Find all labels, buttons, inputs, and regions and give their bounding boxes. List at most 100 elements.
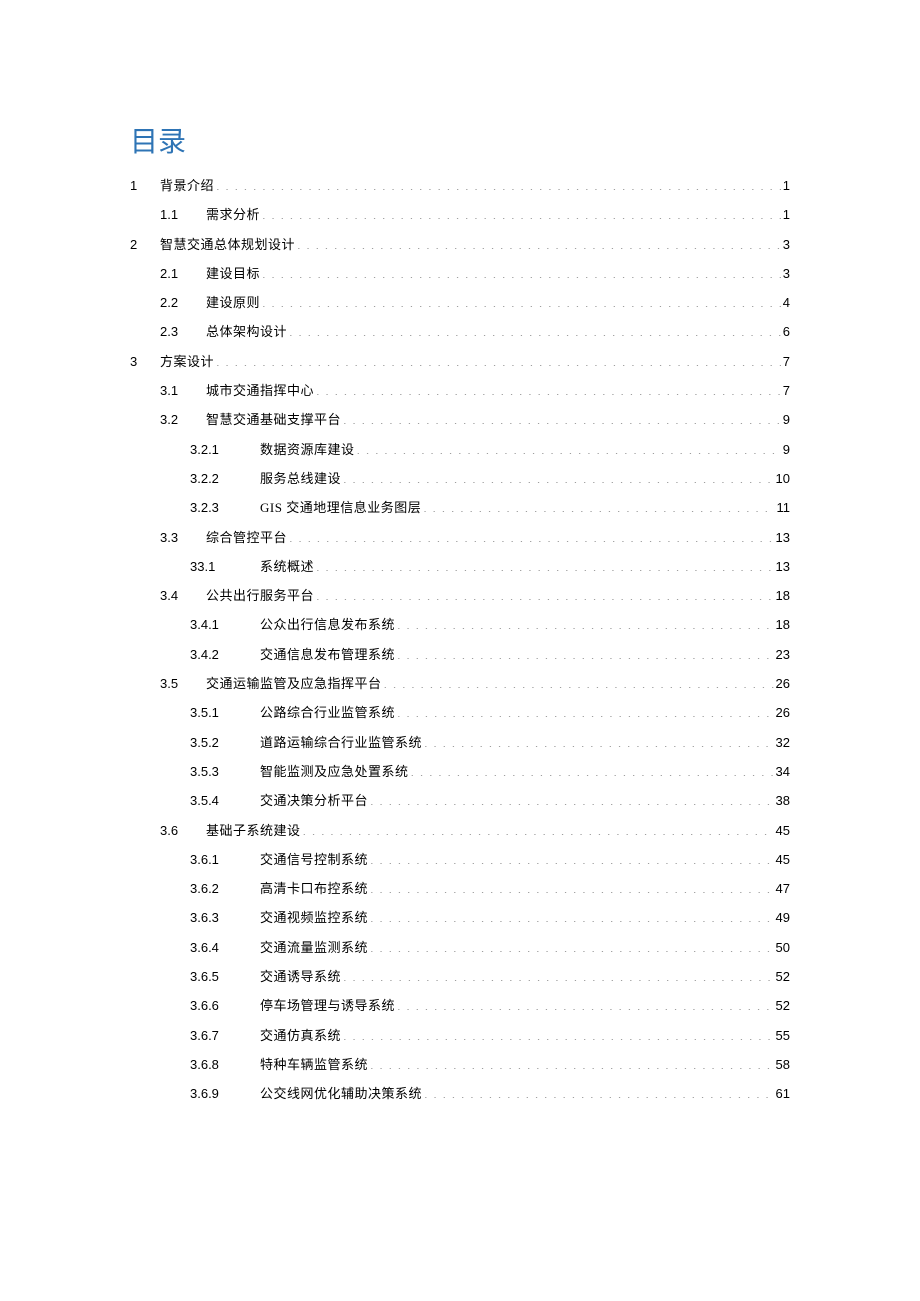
toc-entry-number: 3.6.2: [190, 879, 260, 900]
toc-entry[interactable]: 3.3综合管控平台13: [130, 528, 790, 549]
toc-entry-label: 公众出行信息发布系统: [260, 615, 395, 636]
toc-entry-label: 数据资源库建设: [260, 440, 355, 461]
toc-entry-label: 公交线网优化辅助决策系统: [260, 1084, 422, 1105]
toc-entry-number: 3.6: [160, 821, 206, 842]
toc-entry-number: 3.5.4: [190, 791, 260, 812]
toc-entry[interactable]: 2.1建设目标 3: [130, 264, 790, 285]
toc-entry-label: 公路综合行业监管系统: [260, 703, 395, 724]
toc-entry[interactable]: 3.6.1交通信号控制系统45: [130, 850, 790, 871]
toc-entry-number: 3.5: [160, 674, 206, 695]
toc-entry-label: 公共出行服务平台: [206, 586, 314, 607]
toc-entry-label: 系统概述: [260, 557, 314, 578]
toc-entry-page: 11: [777, 498, 791, 519]
toc-entry-page: 50: [776, 938, 790, 959]
toc-entry-number: 2.2: [160, 293, 206, 314]
toc-entry-page: 61: [776, 1084, 790, 1105]
toc-entry[interactable]: 3.2智慧交通基础支撑平台9: [130, 410, 790, 431]
toc-entry-page: 9: [783, 440, 790, 461]
toc-entry-page: 13: [776, 528, 790, 549]
toc-entry-number: 3.6.4: [190, 938, 260, 959]
toc-entry[interactable]: 3.5.3智能监测及应急处置系统34: [130, 762, 790, 783]
toc-entry-number: 2.1: [160, 264, 206, 285]
toc-leader-dots: [343, 968, 774, 981]
toc-entry-label: 建设目标: [206, 264, 260, 285]
toc-entry-number: 2.3: [160, 322, 206, 343]
toc-entry[interactable]: 3.6基础子系统建设45: [130, 821, 790, 842]
toc-entry[interactable]: 3.6.4交通流量监测系统 50: [130, 938, 790, 959]
toc-entry-number: 3.6.3: [190, 908, 260, 929]
toc-entry[interactable]: 3.2.1数据资源库建设 9: [130, 440, 790, 461]
toc-leader-dots: [424, 734, 774, 747]
toc-entry-label: 城市交通指挥中心: [206, 381, 314, 402]
toc-leader-dots: [370, 1056, 774, 1069]
toc-leader-dots: [370, 851, 774, 864]
toc-entry-page: 18: [776, 615, 790, 636]
toc-entry[interactable]: 3.6.3交通视频监控系统 49: [130, 908, 790, 929]
toc-entry-label: 交通信息发布管理系统: [260, 645, 395, 666]
toc-leader-dots: [397, 997, 774, 1010]
toc-entry-label: 基础子系统建设: [206, 821, 301, 842]
toc-entry-number: 3.4: [160, 586, 206, 607]
toc-entry-page: 49: [776, 908, 790, 929]
toc-entry[interactable]: 3.6.6停车场管理与诱导系统52: [130, 996, 790, 1017]
toc-entry-number: 3.6.1: [190, 850, 260, 871]
toc-leader-dots: [262, 294, 781, 307]
toc-entry-number: 3.6.8: [190, 1055, 260, 1076]
toc-entry[interactable]: 2.2建设原则4: [130, 293, 790, 314]
toc-entry-page: 47: [776, 879, 790, 900]
toc-entry[interactable]: 33.1系统概述13: [130, 557, 790, 578]
toc-entry-label: 交通仿真系统: [260, 1026, 341, 1047]
toc-entry[interactable]: 3.1城市交通指挥中心7: [130, 381, 790, 402]
toc-entry[interactable]: 1.1需求分析1: [130, 205, 790, 226]
toc-entry[interactable]: 3.6.9公交线网优化辅助决策系统61: [130, 1084, 790, 1105]
toc-entry[interactable]: 2.3总体架构设计6: [130, 322, 790, 343]
toc-entry-label: 综合管控平台: [206, 528, 287, 549]
toc-entry-number: 1.1: [160, 205, 206, 226]
toc-leader-dots: [289, 323, 781, 336]
toc-entry-number: 3: [130, 352, 160, 373]
toc-entry-label: 交通流量监测系统: [260, 938, 368, 959]
toc-leader-dots: [424, 1085, 774, 1098]
toc-entry-page: 52: [776, 967, 790, 988]
toc-entry[interactable]: 3方案设计7: [130, 352, 790, 373]
toc-entry[interactable]: 3.5.1公路综合行业监管系统26: [130, 703, 790, 724]
toc-entry-page: 10: [776, 469, 790, 490]
toc-entry[interactable]: 3.6.5交通诱导系统52: [130, 967, 790, 988]
toc-entry[interactable]: 3.2.2服务总线建设10: [130, 469, 790, 490]
toc-leader-dots: [370, 792, 774, 805]
toc-leader-dots: [370, 880, 774, 893]
toc-entry[interactable]: 3.5.2道路运输综合行业监管系统32: [130, 733, 790, 754]
toc-leader-dots: [370, 939, 774, 952]
toc-entry-label: 交通诱导系统: [260, 967, 341, 988]
toc-entry-number: 33.1: [190, 557, 260, 578]
toc-entry-label: 特种车辆监管系统: [260, 1055, 368, 1076]
toc-entry-label: 需求分析: [206, 205, 260, 226]
toc-entry[interactable]: 2智慧交通总体规划设计3: [130, 235, 790, 256]
toc-leader-dots: [262, 265, 781, 278]
toc-entry[interactable]: 3.6.8特种车辆监管系统58: [130, 1055, 790, 1076]
toc-entry-number: 3.2.1: [190, 440, 260, 461]
toc-entry-label: 交通视频监控系统: [260, 908, 368, 929]
toc-entry[interactable]: 3.2.3GIS 交通地理信息业务图层11: [130, 498, 790, 519]
toc-leader-dots: [370, 909, 774, 922]
toc-entry-page: 23: [776, 645, 790, 666]
toc-entry[interactable]: 3.4公共出行服务平台18: [130, 586, 790, 607]
toc-leader-dots: [343, 411, 781, 424]
toc-entry[interactable]: 3.6.7交通仿真系统55: [130, 1026, 790, 1047]
toc-leader-dots: [384, 675, 774, 688]
toc-entry-number: 3.5.2: [190, 733, 260, 754]
toc-entry[interactable]: 3.4.1公众出行信息发布系统18: [130, 615, 790, 636]
toc-entry-page: 3: [783, 264, 790, 285]
toc-leader-dots: [397, 616, 774, 629]
toc-leader-dots: [216, 353, 781, 366]
toc-entry[interactable]: 3.5交通运输监管及应急指挥平台26: [130, 674, 790, 695]
toc-leader-dots: [343, 1027, 774, 1040]
toc-entry-number: 3.5.3: [190, 762, 260, 783]
toc-entry[interactable]: 3.5.4交通决策分析平台38: [130, 791, 790, 812]
toc-entry-page: 3: [783, 235, 790, 256]
toc-entry[interactable]: 3.6.2高清卡口布控系统47: [130, 879, 790, 900]
toc-entry[interactable]: 3.4.2交通信息发布管理系统23: [130, 645, 790, 666]
toc-entry-number: 1: [130, 176, 160, 197]
toc-entry[interactable]: 1背景介绍1: [130, 176, 790, 197]
toc-entry-label: 停车场管理与诱导系统: [260, 996, 395, 1017]
